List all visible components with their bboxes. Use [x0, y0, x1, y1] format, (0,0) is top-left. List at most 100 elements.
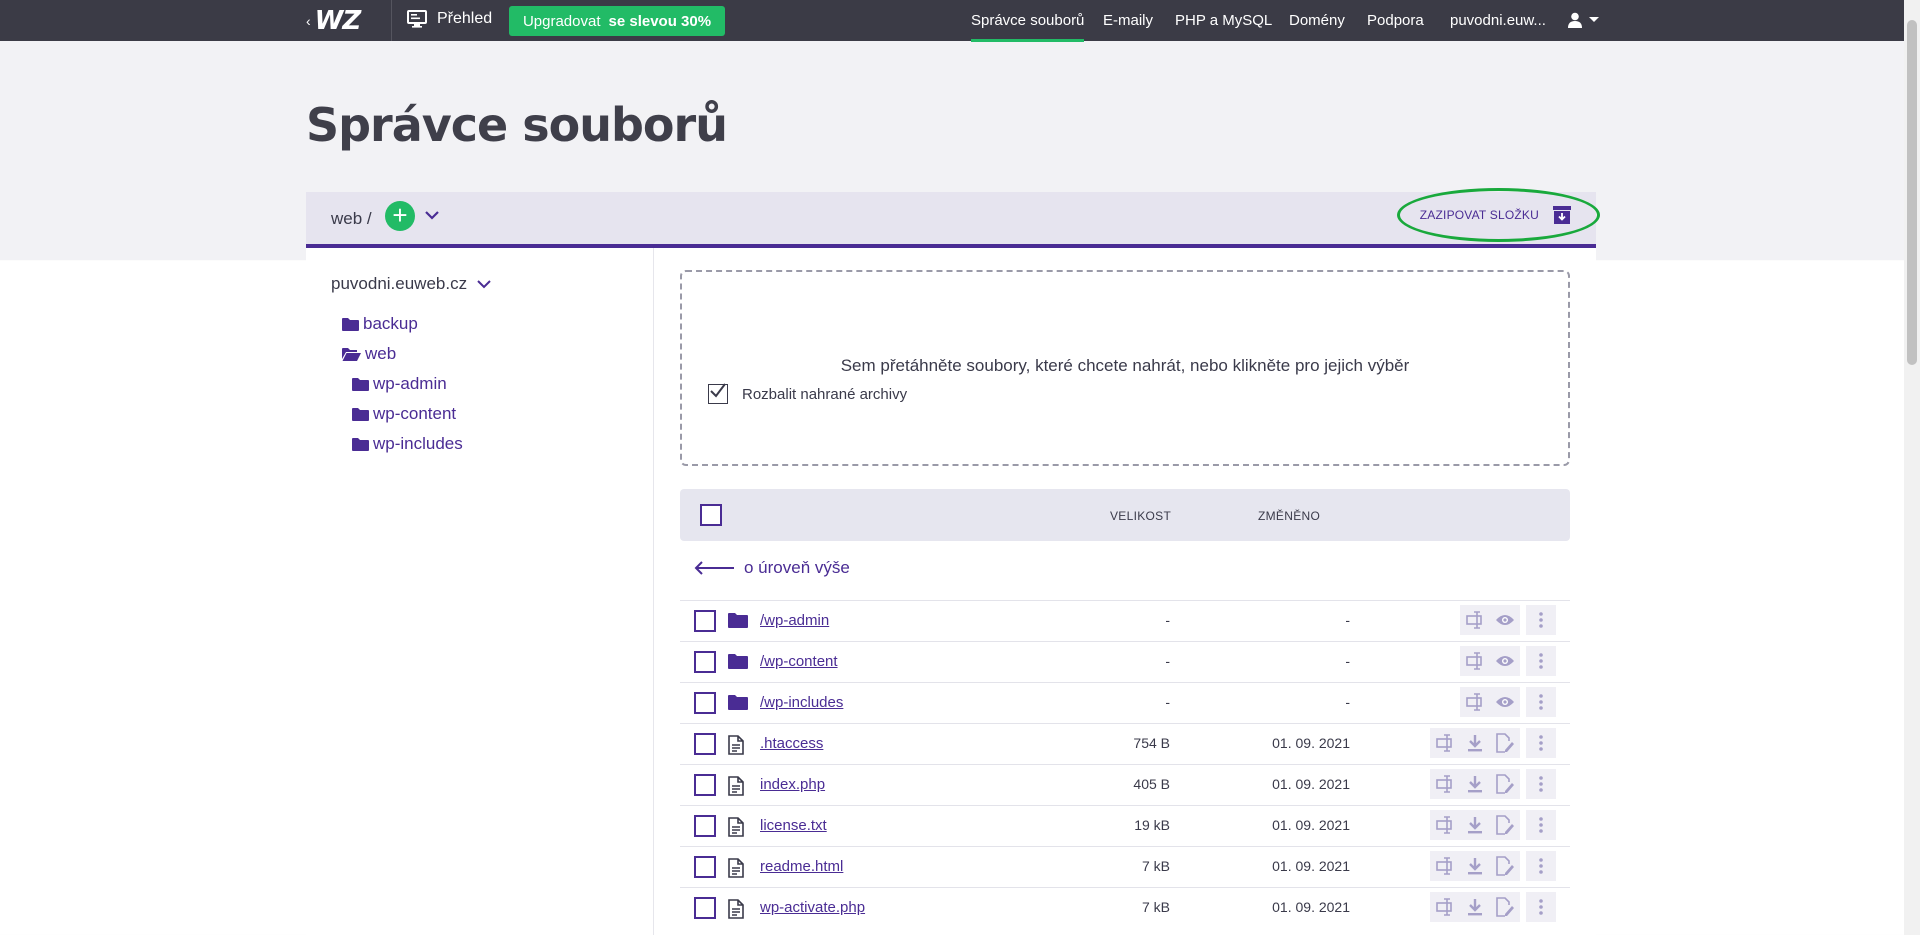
row-checkbox[interactable]	[694, 815, 716, 837]
file-modified: 01. 09. 2021	[1272, 858, 1350, 874]
download-button[interactable]	[1460, 851, 1490, 881]
nav-emails[interactable]: E-maily	[1103, 12, 1153, 29]
up-one-level-link[interactable]: o úroveň výše	[694, 558, 850, 578]
row-checkbox[interactable]	[694, 856, 716, 878]
row-checkbox[interactable]	[694, 692, 716, 714]
rename-icon	[1466, 693, 1482, 711]
preview-button[interactable]	[1490, 605, 1520, 635]
edit-button[interactable]	[1490, 892, 1520, 922]
overview-link[interactable]: Přehled	[407, 10, 492, 28]
nav-php-mysql[interactable]: PHP a MySQL	[1175, 12, 1272, 29]
more-options-button[interactable]	[1526, 892, 1556, 922]
user-menu[interactable]	[1568, 12, 1600, 28]
domain-selector[interactable]: puvodni.euweb.cz	[331, 274, 491, 294]
tree-item-wp-admin[interactable]: wp-admin	[352, 374, 447, 394]
add-button[interactable]: +	[385, 201, 415, 231]
scrollbar-thumb[interactable]	[1907, 20, 1917, 365]
table-row[interactable]: /wp-content - -	[680, 641, 1570, 682]
tree-item-label: web	[365, 344, 397, 363]
extract-archives-checkbox[interactable]: Rozbalit nahrané archivy	[708, 383, 907, 404]
chevron-left-icon: ‹	[306, 13, 311, 29]
table-row[interactable]: .htaccess 754 B 01. 09. 2021	[680, 723, 1570, 764]
edit-button[interactable]	[1490, 810, 1520, 840]
tree-item-wp-content[interactable]: wp-content	[352, 404, 456, 424]
rename-button[interactable]	[1460, 605, 1490, 635]
edit-file-icon	[1496, 774, 1514, 794]
tree-item-backup[interactable]: backup	[342, 314, 418, 334]
user-icon	[1568, 12, 1582, 28]
more-options-icon	[1539, 653, 1543, 669]
file-name-link[interactable]: .htaccess	[760, 735, 823, 752]
chevron-down-icon[interactable]	[424, 207, 440, 223]
upload-dropzone[interactable]: Sem přetáhněte soubory, které chcete nah…	[680, 270, 1570, 466]
upgrade-button[interactable]: Upgradovat se slevou 30%	[509, 6, 725, 36]
select-all-checkbox[interactable]	[700, 504, 722, 526]
rename-button[interactable]	[1430, 892, 1460, 922]
edit-file-icon	[1496, 856, 1514, 876]
nav-domain-select[interactable]: puvodni.euw...	[1450, 12, 1546, 29]
monitor-icon	[407, 10, 427, 28]
table-row[interactable]: wp-activate.php 7 kB 01. 09. 2021	[680, 887, 1570, 928]
table-row[interactable]: license.txt 19 kB 01. 09. 2021	[680, 805, 1570, 846]
edit-button[interactable]	[1490, 851, 1520, 881]
chevron-down-icon	[477, 280, 491, 289]
more-options-button[interactable]	[1526, 605, 1556, 635]
breadcrumb[interactable]: web /	[331, 209, 372, 229]
eye-icon	[1496, 697, 1514, 707]
more-options-button[interactable]	[1526, 851, 1556, 881]
row-checkbox[interactable]	[694, 897, 716, 919]
file-name-link[interactable]: /wp-admin	[760, 612, 829, 629]
overview-label: Přehled	[437, 10, 493, 27]
preview-button[interactable]	[1490, 646, 1520, 676]
tree-item-wp-includes[interactable]: wp-includes	[352, 434, 463, 454]
rename-icon	[1436, 857, 1452, 875]
rename-button[interactable]	[1430, 810, 1460, 840]
size-column-header[interactable]: VELIKOST	[1110, 509, 1171, 523]
table-row[interactable]: index.php 405 B 01. 09. 2021	[680, 764, 1570, 805]
table-row[interactable]: /wp-includes - -	[680, 682, 1570, 723]
file-name-link[interactable]: /wp-content	[760, 653, 838, 670]
file-size: -	[1165, 612, 1170, 628]
table-row[interactable]: /wp-admin - -	[680, 600, 1570, 641]
rename-button[interactable]	[1430, 728, 1460, 758]
more-options-icon	[1539, 735, 1543, 751]
preview-button[interactable]	[1490, 687, 1520, 717]
file-name-link[interactable]: wp-activate.php	[760, 899, 865, 916]
file-name-link[interactable]: index.php	[760, 776, 825, 793]
download-button[interactable]	[1460, 728, 1490, 758]
more-options-button[interactable]	[1526, 810, 1556, 840]
file-name-link[interactable]: readme.html	[760, 858, 843, 875]
tree-item-web[interactable]: web	[342, 344, 396, 364]
row-checkbox[interactable]	[694, 651, 716, 673]
edit-button[interactable]	[1490, 728, 1520, 758]
more-options-button[interactable]	[1526, 646, 1556, 676]
file-manager-panel: puvodni.euweb.cz backup web wp-admin wp-…	[306, 248, 1596, 935]
rename-button[interactable]	[1430, 769, 1460, 799]
rename-button[interactable]	[1460, 646, 1490, 676]
file-modified: -	[1345, 612, 1350, 628]
nav-support[interactable]: Podpora	[1367, 12, 1424, 29]
rename-button[interactable]	[1460, 687, 1490, 717]
rename-icon	[1436, 816, 1452, 834]
row-checkbox[interactable]	[694, 733, 716, 755]
tree-item-label: wp-includes	[373, 434, 463, 453]
row-checkbox[interactable]	[694, 610, 716, 632]
more-options-button[interactable]	[1526, 769, 1556, 799]
nav-domains[interactable]: Domény	[1289, 12, 1345, 29]
download-button[interactable]	[1460, 769, 1490, 799]
download-button[interactable]	[1460, 810, 1490, 840]
more-options-icon	[1539, 694, 1543, 710]
download-button[interactable]	[1460, 892, 1490, 922]
row-checkbox[interactable]	[694, 774, 716, 796]
more-options-button[interactable]	[1526, 728, 1556, 758]
nav-file-manager[interactable]: Správce souborů	[971, 12, 1085, 42]
table-row[interactable]: readme.html 7 kB 01. 09. 2021	[680, 846, 1570, 887]
file-name-link[interactable]: license.txt	[760, 817, 827, 834]
edit-button[interactable]	[1490, 769, 1520, 799]
file-name-link[interactable]: /wp-includes	[760, 694, 843, 711]
page-scrollbar[interactable]	[1904, 0, 1920, 935]
more-options-button[interactable]	[1526, 687, 1556, 717]
modified-column-header[interactable]: ZMĚNĚNO	[1258, 509, 1320, 523]
logo-link[interactable]: ‹ WZ	[306, 6, 361, 36]
rename-button[interactable]	[1430, 851, 1460, 881]
